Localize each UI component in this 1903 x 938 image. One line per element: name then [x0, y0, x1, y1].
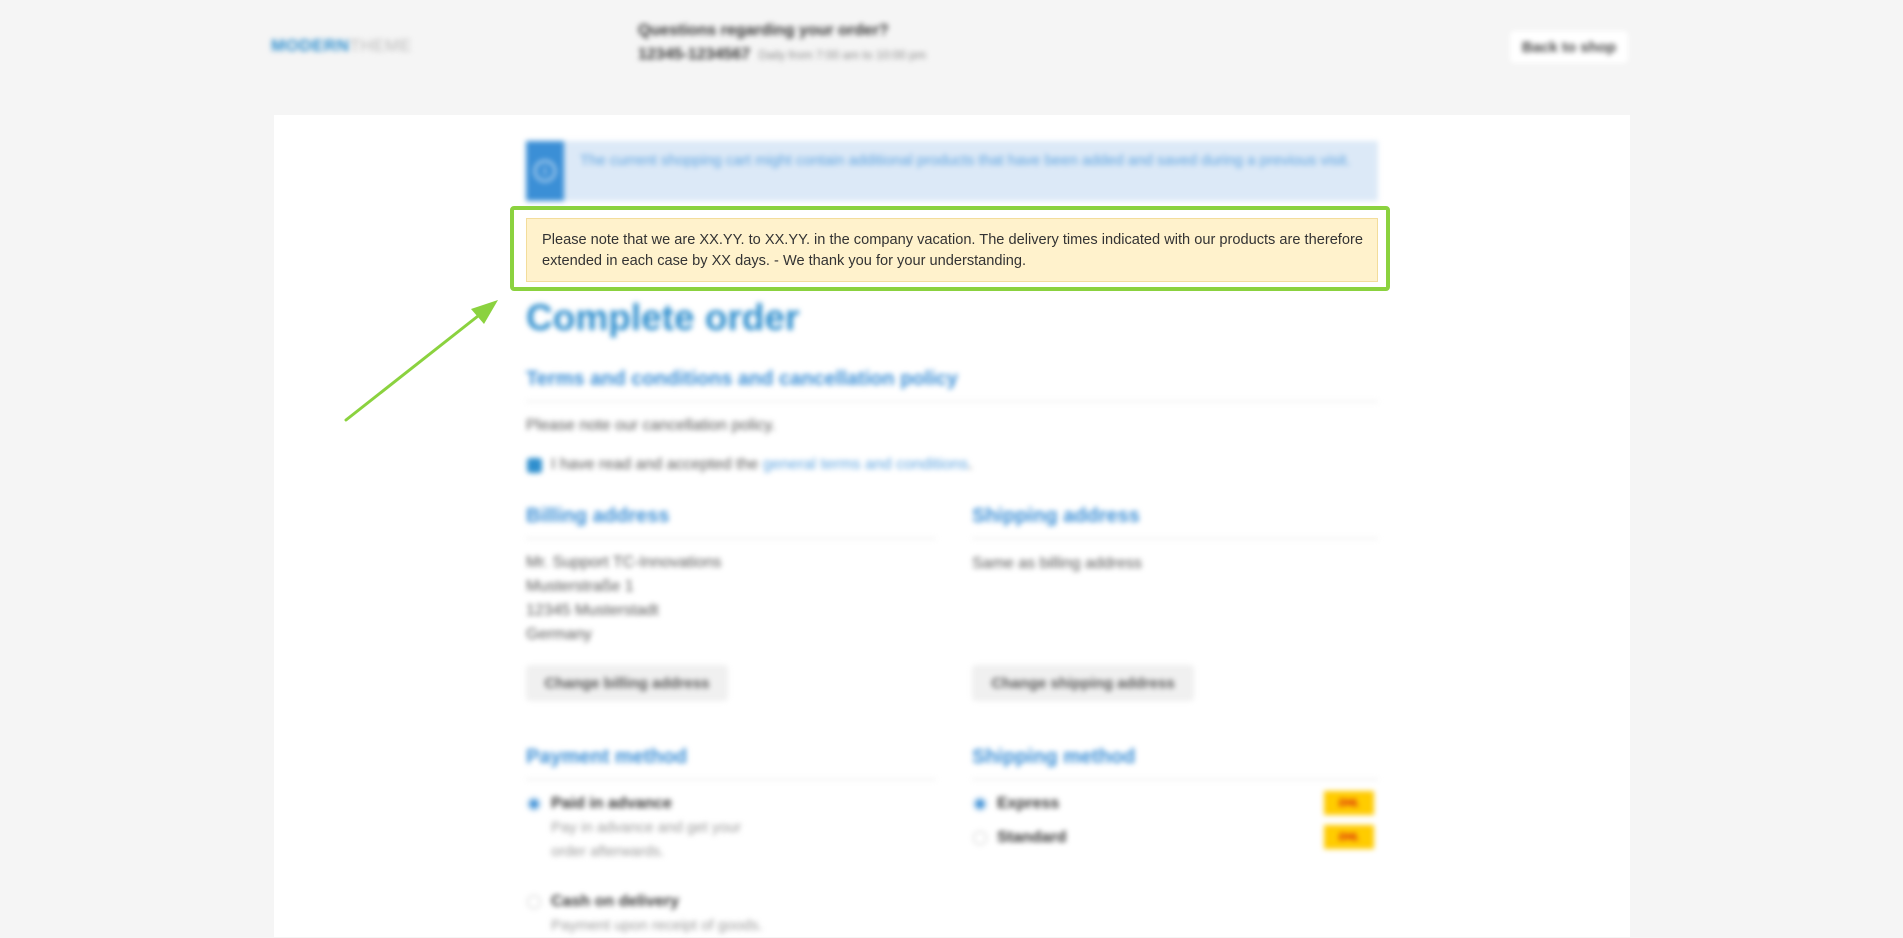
payment-radio-cod[interactable] — [527, 895, 541, 909]
change-billing-address-button[interactable]: Change billing address — [526, 665, 728, 701]
terms-accept-label: I have read and accepted the general ter… — [551, 456, 973, 474]
terms-accept-prefix: I have read and accepted the — [551, 456, 759, 473]
shipping-method-divider — [972, 779, 1378, 780]
general-terms-link[interactable]: general terms and conditions — [763, 456, 968, 473]
shipping-heading: Shipping address — [972, 505, 1140, 527]
payment-option-advance-desc: Pay in advance and get your order afterw… — [551, 816, 741, 864]
page-title: Complete order — [526, 297, 800, 338]
payment-radio-advance[interactable] — [527, 797, 541, 811]
shipping-option-express[interactable]: Express — [997, 795, 1059, 813]
billing-heading: Billing address — [526, 505, 670, 527]
billing-divider — [526, 538, 936, 539]
payment-option-cod[interactable]: Cash on delivery — [551, 893, 679, 911]
change-shipping-address-button[interactable]: Change shipping address — [972, 665, 1194, 701]
payment-heading: Payment method — [526, 746, 688, 768]
cancellation-policy-link[interactable]: Please note our cancellation policy. — [526, 417, 776, 435]
shipping-divider — [972, 538, 1378, 539]
terms-divider — [526, 401, 1378, 402]
shipping-radio-express[interactable] — [973, 797, 987, 811]
billing-line: Germany — [526, 626, 592, 643]
payment-desc-line: order afterwards. — [551, 843, 665, 860]
shipping-radio-standard[interactable] — [973, 831, 987, 845]
payment-option-cod-desc: Payment upon receipt of goods. — [551, 917, 763, 934]
payment-divider — [526, 779, 936, 780]
terms-heading: Terms and conditions and cancellation po… — [526, 368, 958, 390]
billing-address: Mr. Support TC-Innovations Musterstraße … — [526, 551, 721, 647]
payment-option-advance[interactable]: Paid in advance — [551, 795, 672, 813]
dhl-logo-icon: DHL — [1324, 791, 1374, 815]
dhl-logo-icon: DHL — [1324, 825, 1374, 849]
billing-line: 12345 Musterstadt — [526, 602, 659, 619]
terms-checkbox[interactable] — [527, 458, 542, 473]
billing-line: Musterstraße 1 — [526, 578, 634, 595]
shipping-address-text: Same as billing address — [972, 555, 1142, 572]
payment-desc-line: Pay in advance and get your — [551, 819, 742, 836]
billing-line: Mr. Support TC-Innovations — [526, 554, 722, 571]
terms-accept-suffix: . — [968, 456, 973, 473]
shipping-method-heading: Shipping method — [972, 746, 1136, 768]
shipping-option-standard[interactable]: Standard — [997, 829, 1066, 847]
